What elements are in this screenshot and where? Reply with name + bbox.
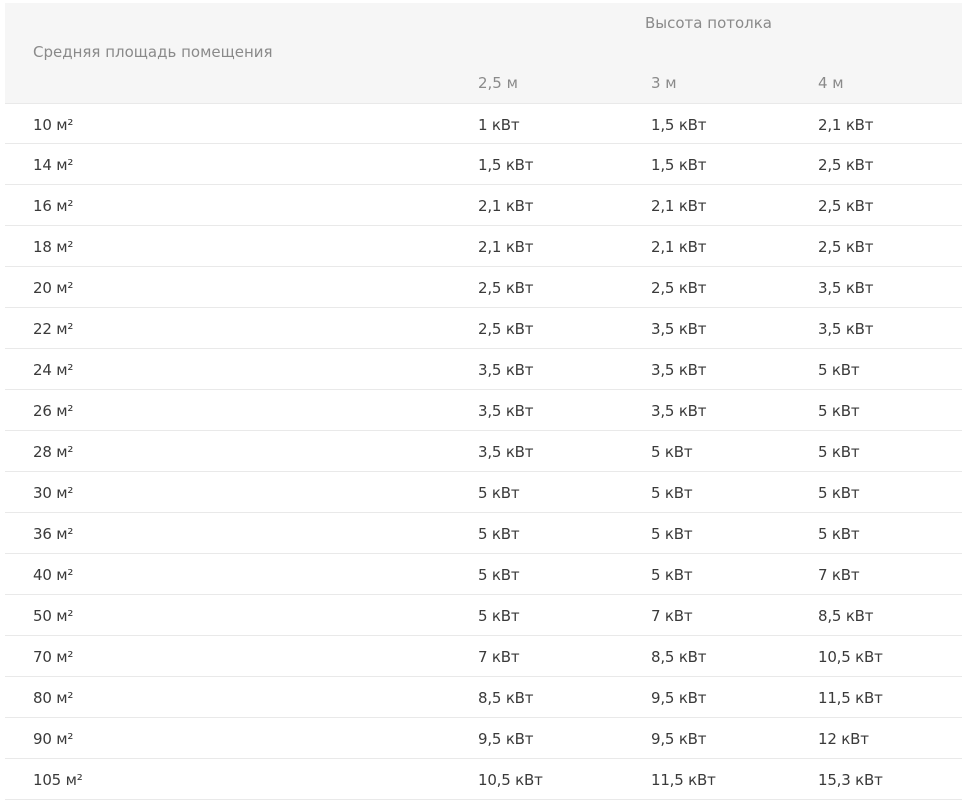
area-cell: 26 м² [33,402,74,420]
power-cell: 15,3 кВт [818,771,883,789]
power-cell: 3,5 кВт [651,361,707,379]
power-cell: 5 кВт [651,525,693,543]
height-column-header: 4 м [818,74,844,92]
power-cell: 1,5 кВт [651,156,707,174]
power-table: Средняя площадь помещения Высота потолка… [5,3,962,800]
power-cell: 8,5 кВт [818,607,874,625]
power-cell: 1 кВт [478,116,520,134]
power-cell: 8,5 кВт [478,689,534,707]
area-cell: 90 м² [33,730,74,748]
power-cell: 5 кВт [651,443,693,461]
power-cell: 3,5 кВт [651,320,707,338]
area-cell: 16 м² [33,197,74,215]
table-row: 20 м² 2,5 кВт 2,5 кВт 3,5 кВт [5,267,962,308]
area-cell: 105 м² [33,771,83,789]
ceiling-height-header: Высота потолка [645,14,772,32]
power-cell: 5 кВт [478,525,520,543]
power-cell: 7 кВт [478,648,520,666]
table-row: 105 м² 10,5 кВт 11,5 кВт 15,3 кВт [5,759,962,800]
area-cell: 24 м² [33,361,74,379]
power-cell: 7 кВт [651,607,693,625]
power-cell: 1,5 кВт [478,156,534,174]
power-cell: 3,5 кВт [818,320,874,338]
power-cell: 5 кВт [818,443,860,461]
power-cell: 2,1 кВт [818,116,874,134]
power-cell: 3,5 кВт [478,443,534,461]
power-cell: 3,5 кВт [651,402,707,420]
table-row: 10 м² 1 кВт 1,5 кВт 2,1 кВт [5,103,962,144]
area-cell: 22 м² [33,320,74,338]
power-cell: 2,5 кВт [818,156,874,174]
power-cell: 10,5 кВт [478,771,543,789]
table-row: 30 м² 5 кВт 5 кВт 5 кВт [5,472,962,513]
power-cell: 11,5 кВт [651,771,716,789]
power-cell: 5 кВт [478,566,520,584]
table-row: 18 м² 2,1 кВт 2,1 кВт 2,5 кВт [5,226,962,267]
table-row: 70 м² 7 кВт 8,5 кВт 10,5 кВт [5,636,962,677]
power-cell: 2,5 кВт [651,279,707,297]
table-row: 50 м² 5 кВт 7 кВт 8,5 кВт [5,595,962,636]
table-row: 16 м² 2,1 кВт 2,1 кВт 2,5 кВт [5,185,962,226]
power-cell: 10,5 кВт [818,648,883,666]
power-cell: 5 кВт [651,566,693,584]
power-cell: 9,5 кВт [478,730,534,748]
power-cell: 2,1 кВт [478,197,534,215]
area-cell: 70 м² [33,648,74,666]
area-cell: 36 м² [33,525,74,543]
area-cell: 18 м² [33,238,74,256]
table-row: 40 м² 5 кВт 5 кВт 7 кВт [5,554,962,595]
area-cell: 28 м² [33,443,74,461]
table-row: 90 м² 9,5 кВт 9,5 кВт 12 кВт [5,718,962,759]
power-cell: 2,5 кВт [818,197,874,215]
area-cell: 10 м² [33,116,74,134]
power-cell: 3,5 кВт [478,402,534,420]
area-cell: 30 м² [33,484,74,502]
power-cell: 7 кВт [818,566,860,584]
area-column-header: Средняя площадь помещения [33,43,273,61]
power-cell: 2,1 кВт [478,238,534,256]
power-cell: 5 кВт [818,525,860,543]
table-body: 10 м² 1 кВт 1,5 кВт 2,1 кВт 14 м² 1,5 кВт 1,5 … [5,103,962,800]
power-cell: 2,1 кВт [651,238,707,256]
power-cell: 9,5 кВт [651,689,707,707]
area-cell: 40 м² [33,566,74,584]
area-cell: 50 м² [33,607,74,625]
table-row: 24 м² 3,5 кВт 3,5 кВт 5 кВт [5,349,962,390]
power-cell: 5 кВт [818,484,860,502]
power-cell: 3,5 кВт [818,279,874,297]
power-cell: 5 кВт [818,402,860,420]
power-cell: 8,5 кВт [651,648,707,666]
power-cell: 2,1 кВт [651,197,707,215]
area-cell: 14 м² [33,156,74,174]
power-cell: 5 кВт [478,607,520,625]
power-cell: 2,5 кВт [478,320,534,338]
power-cell: 3,5 кВт [478,361,534,379]
power-cell: 9,5 кВт [651,730,707,748]
table-row: 14 м² 1,5 кВт 1,5 кВт 2,5 кВт [5,144,962,185]
power-cell: 2,5 кВт [478,279,534,297]
table-row: 80 м² 8,5 кВт 9,5 кВт 11,5 кВт [5,677,962,718]
power-cell: 5 кВт [651,484,693,502]
power-cell: 11,5 кВт [818,689,883,707]
table-row: 22 м² 2,5 кВт 3,5 кВт 3,5 кВт [5,308,962,349]
power-cell: 5 кВт [478,484,520,502]
table-row: 36 м² 5 кВт 5 кВт 5 кВт [5,513,962,554]
power-cell: 12 кВт [818,730,869,748]
power-cell: 2,5 кВт [818,238,874,256]
height-column-header: 2,5 м [478,74,518,92]
table-row: 26 м² 3,5 кВт 3,5 кВт 5 кВт [5,390,962,431]
table-header: Средняя площадь помещения Высота потолка… [5,3,962,103]
power-cell: 1,5 кВт [651,116,707,134]
power-cell: 5 кВт [818,361,860,379]
area-cell: 20 м² [33,279,74,297]
table-row: 28 м² 3,5 кВт 5 кВт 5 кВт [5,431,962,472]
height-column-header: 3 м [651,74,677,92]
area-cell: 80 м² [33,689,74,707]
